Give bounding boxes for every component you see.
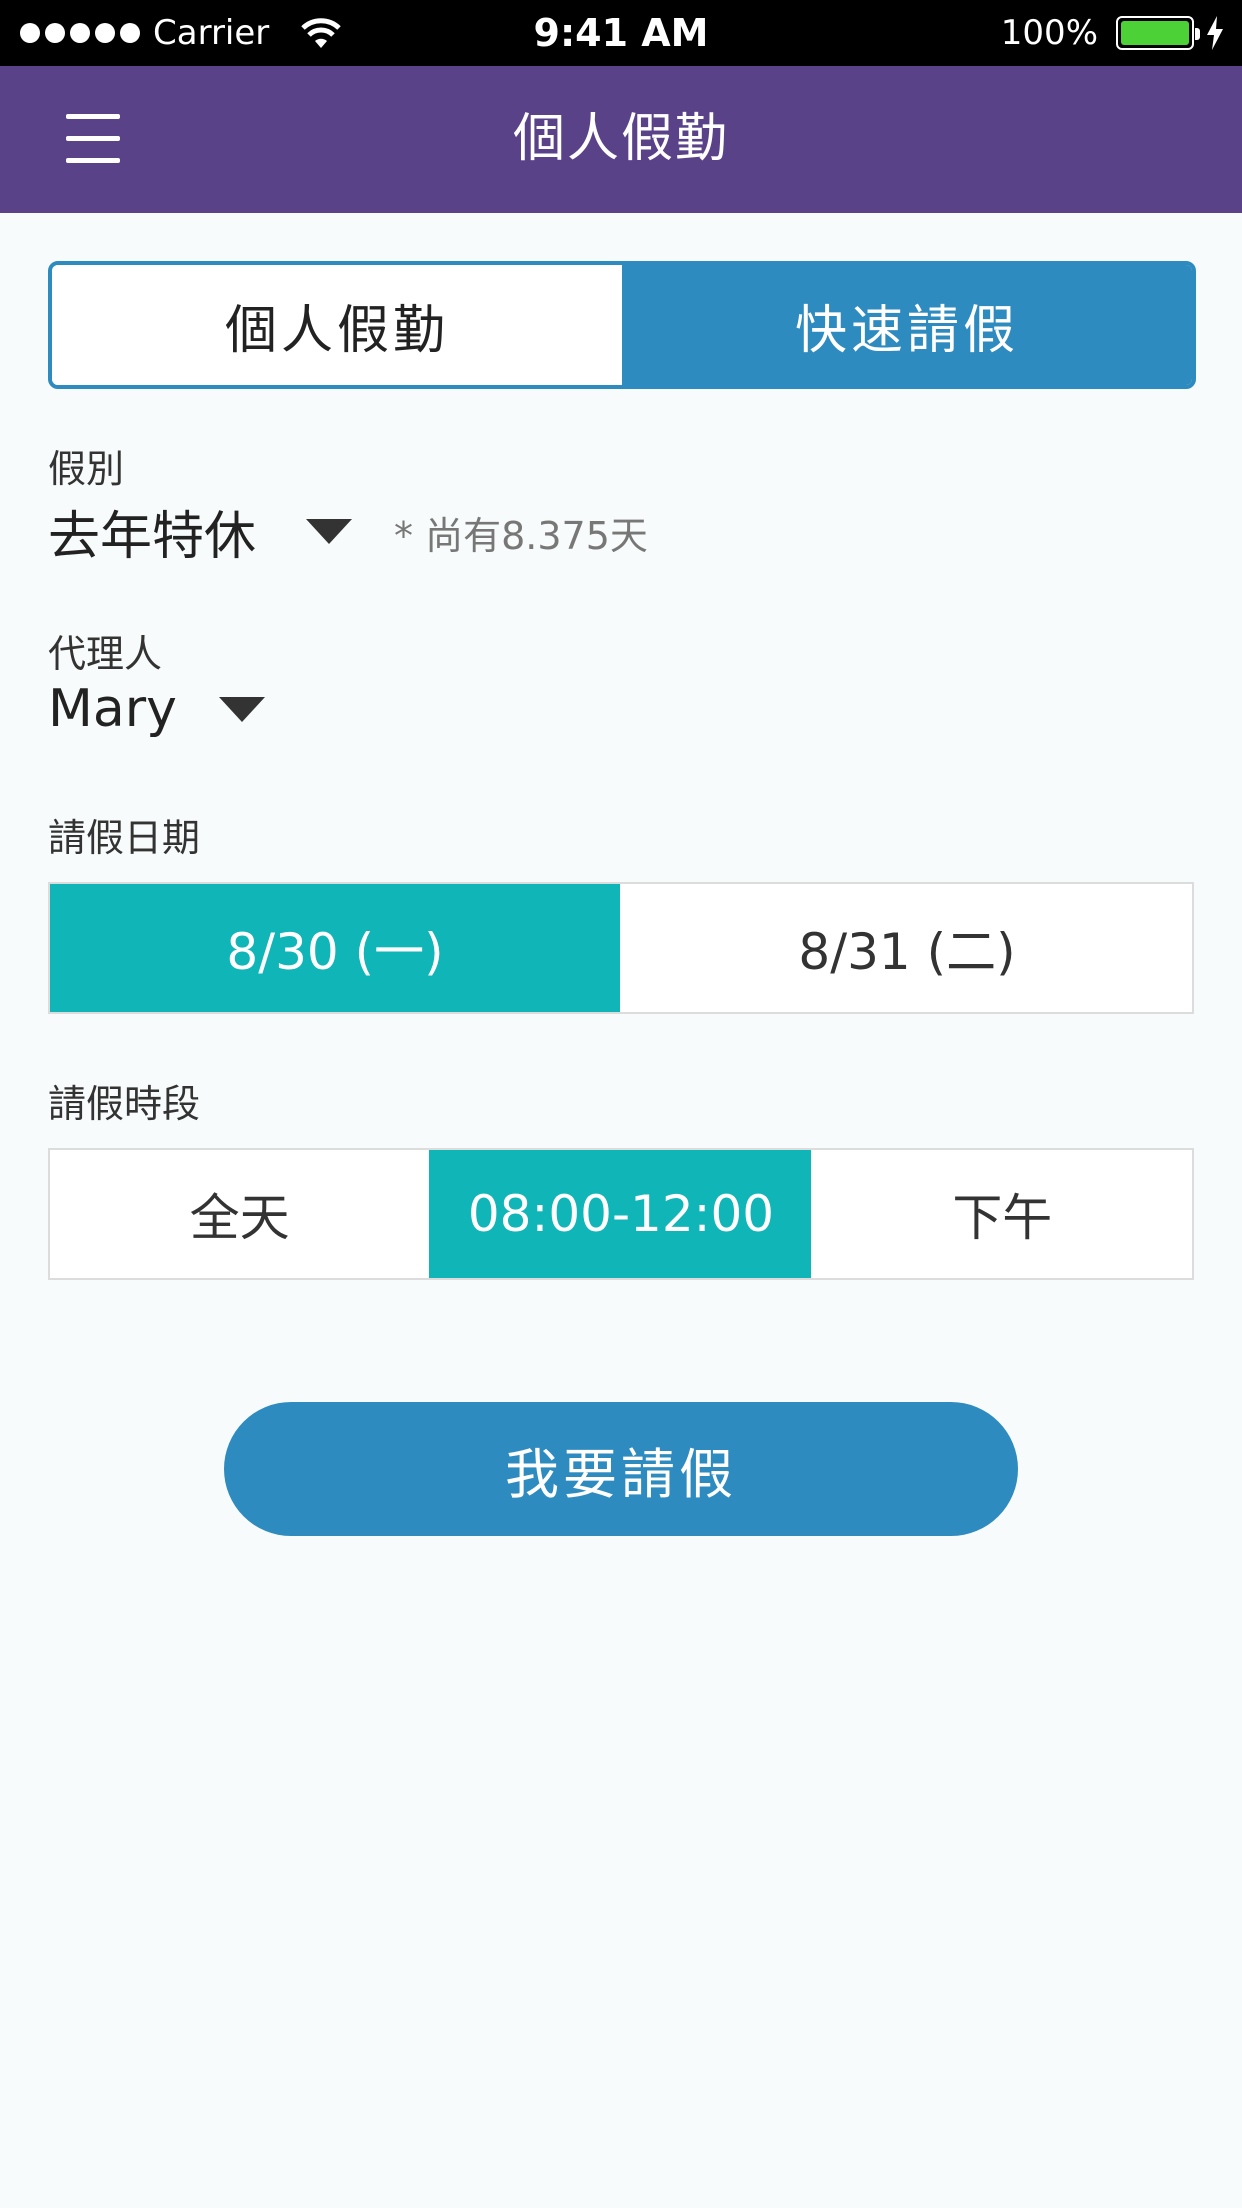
leave-period-label: 請假時段 <box>48 1082 201 1126</box>
leave-type-dropdown[interactable]: 去年特休 <box>48 494 353 569</box>
period-option-full-day[interactable]: 全天 <box>50 1150 429 1278</box>
battery-area: 100% <box>1001 0 1224 66</box>
agent-label: 代理人 <box>48 632 163 676</box>
submit-leave-button[interactable]: 我要請假 <box>224 1402 1018 1536</box>
agent-dropdown[interactable]: Mary <box>48 679 265 739</box>
date-option[interactable]: 8/31 (二) <box>620 884 1192 1012</box>
date-selector: 8/30 (一) 8/31 (二) <box>48 882 1194 1014</box>
charging-bolt-icon <box>1207 16 1223 50</box>
period-selector: 全天 08:00-12:00 下午 <box>48 1148 1194 1280</box>
leave-date-label: 請假日期 <box>48 816 201 860</box>
dropdown-arrow-icon[interactable] <box>306 519 353 544</box>
segmented-control: 個人假勤 快速請假 <box>48 261 1196 389</box>
leave-type-value: 去年特休 <box>48 507 257 567</box>
tab-quick-leave[interactable]: 快速請假 <box>622 265 1192 385</box>
period-option-morning[interactable]: 08:00-12:00 <box>429 1150 811 1278</box>
nav-bar: 個人假勤 <box>0 66 1242 213</box>
status-bar: Carrier 9:41 AM 100% <box>0 0 1242 66</box>
battery-icon <box>1116 16 1200 50</box>
agent-value: Mary <box>48 679 177 739</box>
page-title: 個人假勤 <box>512 109 729 169</box>
leave-type-label: 假別 <box>48 447 125 491</box>
dropdown-arrow-icon[interactable] <box>218 696 265 722</box>
leave-balance-note: * 尚有8.375天 <box>394 514 648 558</box>
tab-personal-attendance[interactable]: 個人假勤 <box>52 265 622 385</box>
battery-percent: 100% <box>1000 13 1098 53</box>
date-option[interactable]: 8/30 (一) <box>50 884 620 1012</box>
period-option-afternoon[interactable]: 下午 <box>811 1150 1192 1278</box>
